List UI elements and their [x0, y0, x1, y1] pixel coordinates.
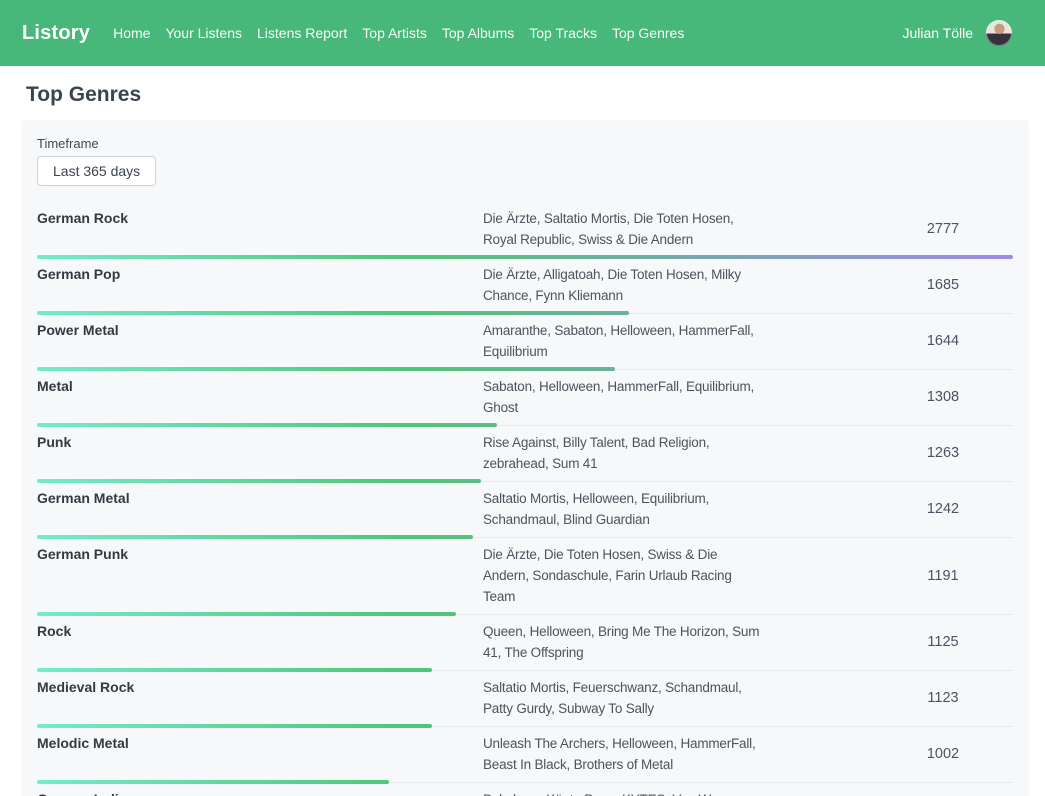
genre-row: Melodic Metal Unleash The Archers, Hello…	[37, 727, 1013, 783]
genre-bar	[37, 255, 1013, 259]
genre-name: Power Metal	[37, 320, 483, 362]
genre-name: Metal	[37, 376, 483, 418]
genre-name: Rock	[37, 621, 483, 663]
genre-bar	[37, 367, 615, 371]
genre-count: 2777	[873, 208, 1013, 250]
genre-row: Rock Queen, Helloween, Bring Me The Hori…	[37, 615, 1013, 671]
genre-name: German Rock	[37, 208, 483, 250]
page-title: Top Genres	[26, 83, 1029, 107]
genre-artists-text: Queen, Helloween, Bring Me The Horizon, …	[483, 621, 761, 663]
genre-count: 1263	[873, 432, 1013, 474]
genre-artists-text: Amaranthe, Sabaton, Helloween, HammerFal…	[483, 320, 761, 362]
genre-row: German Indie Bukahara, Käptn Peng, KYTES…	[37, 783, 1013, 796]
genre-artists-text: Die Ärzte, Die Toten Hosen, Swiss & Die …	[483, 544, 761, 607]
genre-artists: Rise Against, Billy Talent, Bad Religion…	[483, 432, 873, 474]
genre-row: Metal Sabaton, Helloween, HammerFall, Eq…	[37, 370, 1013, 426]
genre-row: Power Metal Amaranthe, Sabaton, Hellowee…	[37, 314, 1013, 370]
genre-name: German Pop	[37, 264, 483, 306]
genre-bar	[37, 535, 473, 539]
genre-name: Medieval Rock	[37, 677, 483, 719]
genre-name: German Metal	[37, 488, 483, 530]
top-genres-card: Timeframe Last 365 days German Rock Die …	[21, 120, 1029, 796]
genre-table: German Rock Die Ärzte, Saltatio Mortis, …	[37, 202, 1013, 796]
genre-artists: Saltatio Mortis, Feuerschwanz, Schandmau…	[483, 677, 873, 719]
genre-bar	[37, 724, 432, 728]
nav-item-your-listens[interactable]: Your Listens	[165, 25, 242, 41]
genre-artists-text: Saltatio Mortis, Feuerschwanz, Schandmau…	[483, 677, 761, 719]
genre-count: 1308	[873, 376, 1013, 418]
genre-count: 1685	[873, 264, 1013, 306]
genre-artists-text: Rise Against, Billy Talent, Bad Religion…	[483, 432, 761, 474]
genre-artists-text: Die Ärzte, Alligatoah, Die Toten Hosen, …	[483, 264, 761, 306]
genre-row: Punk Rise Against, Billy Talent, Bad Rel…	[37, 426, 1013, 482]
genre-count: 1123	[873, 677, 1013, 719]
genre-row: German Rock Die Ärzte, Saltatio Mortis, …	[37, 202, 1013, 258]
nav-item-top-genres[interactable]: Top Genres	[612, 25, 684, 41]
user-menu[interactable]: Julian Tölle	[902, 20, 1012, 46]
nav-item-top-tracks[interactable]: Top Tracks	[529, 25, 597, 41]
timeframe-label: Timeframe	[37, 136, 1013, 151]
nav-item-listens-report[interactable]: Listens Report	[257, 25, 347, 41]
genre-artists: Die Ärzte, Alligatoah, Die Toten Hosen, …	[483, 264, 873, 306]
nav-item-top-albums[interactable]: Top Albums	[442, 25, 514, 41]
genre-count: 1644	[873, 320, 1013, 362]
nav-links: Home Your Listens Listens Report Top Art…	[113, 25, 902, 41]
genre-artists: Die Ärzte, Saltatio Mortis, Die Toten Ho…	[483, 208, 873, 250]
genre-count: 1191	[873, 544, 1013, 607]
genre-bar	[37, 668, 432, 672]
genre-bar	[37, 311, 629, 315]
genre-count: 1242	[873, 488, 1013, 530]
genre-row: German Pop Die Ärzte, Alligatoah, Die To…	[37, 258, 1013, 314]
nav-item-top-artists[interactable]: Top Artists	[362, 25, 427, 41]
genre-row: German Punk Die Ärzte, Die Toten Hosen, …	[37, 538, 1013, 615]
genre-bar	[37, 479, 481, 483]
timeframe-select[interactable]: Last 365 days	[37, 156, 156, 186]
genre-count: 1002	[873, 733, 1013, 775]
genre-artists: Amaranthe, Sabaton, Helloween, HammerFal…	[483, 320, 873, 362]
genre-name: German Punk	[37, 544, 483, 607]
genre-artists: Queen, Helloween, Bring Me The Horizon, …	[483, 621, 873, 663]
genre-artists: Sabaton, Helloween, HammerFall, Equilibr…	[483, 376, 873, 418]
genre-bar	[37, 423, 497, 427]
genre-count: 1125	[873, 621, 1013, 663]
genre-artists: Saltatio Mortis, Helloween, Equilibrium,…	[483, 488, 873, 530]
user-avatar[interactable]	[986, 20, 1012, 46]
genre-artists-text: Sabaton, Helloween, HammerFall, Equilibr…	[483, 376, 761, 418]
genre-row: Medieval Rock Saltatio Mortis, Feuerschw…	[37, 671, 1013, 727]
main-content: Top Genres Timeframe Last 365 days Germa…	[0, 66, 1045, 796]
nav-item-home[interactable]: Home	[113, 25, 150, 41]
genre-artists: Bukahara, Käptn Peng, KYTES, Von Wegen L…	[483, 789, 873, 796]
genre-artists: Die Ärzte, Die Toten Hosen, Swiss & Die …	[483, 544, 873, 607]
genre-name: German Indie	[37, 789, 483, 796]
genre-name: Punk	[37, 432, 483, 474]
user-name: Julian Tölle	[902, 25, 973, 41]
genre-artists-text: Bukahara, Käptn Peng, KYTES, Von Wegen L…	[483, 789, 761, 796]
genre-row: German Metal Saltatio Mortis, Helloween,…	[37, 482, 1013, 538]
app-logo[interactable]: Listory	[22, 22, 90, 45]
genre-artists-text: Unleash The Archers, Helloween, HammerFa…	[483, 733, 761, 775]
genre-artists: Unleash The Archers, Helloween, HammerFa…	[483, 733, 873, 775]
genre-artists-text: Saltatio Mortis, Helloween, Equilibrium,…	[483, 488, 761, 530]
genre-count: 926	[873, 789, 1013, 796]
top-navigation: Listory Home Your Listens Listens Report…	[0, 0, 1045, 66]
genre-bar	[37, 780, 389, 784]
genre-bar	[37, 612, 456, 616]
genre-name: Melodic Metal	[37, 733, 483, 775]
genre-artists-text: Die Ärzte, Saltatio Mortis, Die Toten Ho…	[483, 208, 761, 250]
